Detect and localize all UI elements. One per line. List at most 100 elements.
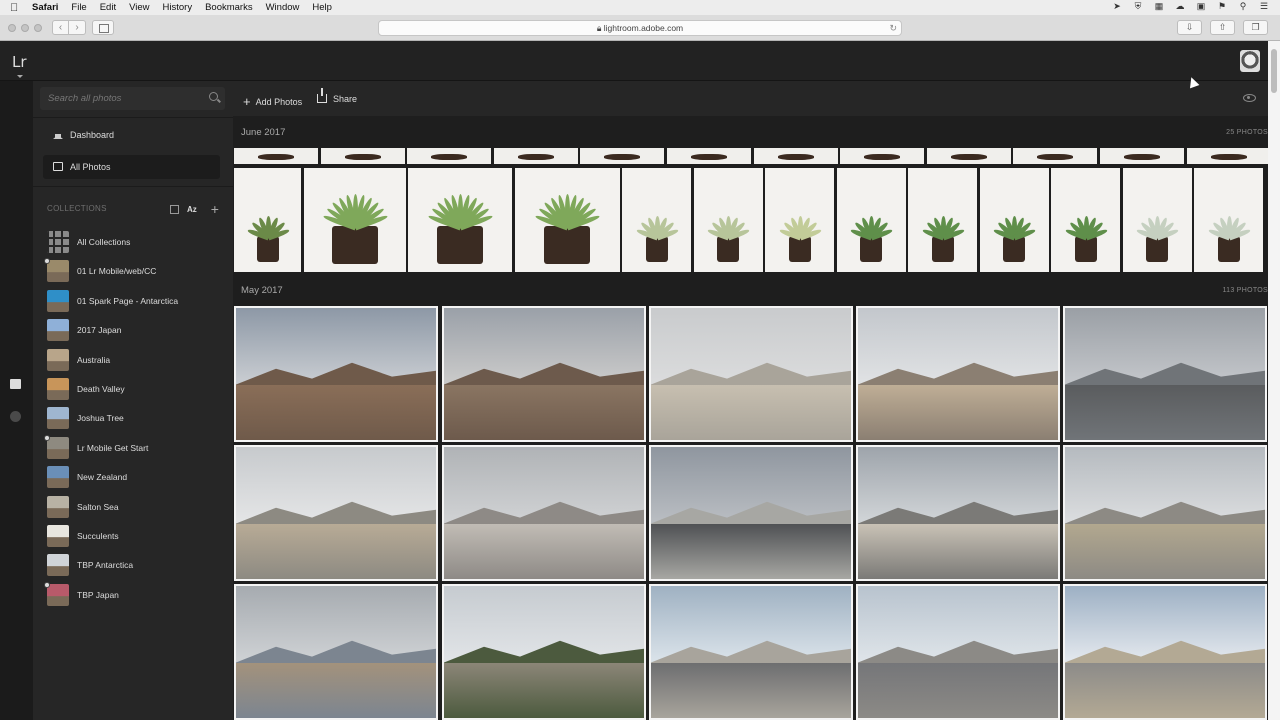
creative-cloud-icon[interactable]: ☁ xyxy=(1174,1,1186,12)
photo-thumbnail[interactable] xyxy=(1063,584,1267,720)
photo-thumbnail[interactable] xyxy=(234,306,438,442)
close-window-button[interactable] xyxy=(8,24,16,32)
photo-thumbnail[interactable] xyxy=(303,168,406,272)
collection-item[interactable]: Joshua Tree xyxy=(47,407,227,430)
window-controls xyxy=(8,24,42,32)
notification-center-icon[interactable]: ☰ xyxy=(1258,1,1270,12)
photo-thumbnail[interactable] xyxy=(442,445,646,581)
photo-thumbnail[interactable] xyxy=(649,584,853,720)
forward-button[interactable]: › xyxy=(69,20,86,35)
list-view-icon[interactable] xyxy=(170,204,179,214)
collection-item[interactable]: Lr Mobile Get Start xyxy=(44,434,227,459)
photo-thumbnail[interactable] xyxy=(836,168,906,272)
sidebar-toggle-button[interactable] xyxy=(92,20,114,35)
add-photos-button[interactable]: + Add Photos xyxy=(243,93,302,109)
photo-thumbnail[interactable] xyxy=(1063,445,1267,581)
sort-button[interactable]: Az xyxy=(187,205,197,214)
photo-thumbnail[interactable] xyxy=(320,148,405,164)
lr-logo[interactable]: Lr xyxy=(12,53,27,78)
library-icon[interactable] xyxy=(10,379,21,389)
sidebar-item-dashboard[interactable]: Dashboard xyxy=(43,123,220,147)
collection-item[interactable]: 01 Spark Page - Antarctica xyxy=(47,289,227,312)
menu-window[interactable]: Window xyxy=(266,2,300,13)
back-button[interactable]: ‹ xyxy=(52,20,69,35)
menu-help[interactable]: Help xyxy=(312,2,332,13)
photo-thumbnail[interactable] xyxy=(1063,306,1267,442)
photo-thumbnail[interactable] xyxy=(649,306,853,442)
photo-thumbnail[interactable] xyxy=(234,148,318,164)
plus-icon: + xyxy=(243,94,251,109)
collection-item[interactable]: 2017 Japan xyxy=(47,319,227,342)
photo-thumbnail[interactable] xyxy=(979,168,1049,272)
menu-safari[interactable]: Safari xyxy=(32,2,58,13)
photo-thumbnail[interactable] xyxy=(693,168,763,272)
photo-thumbnail[interactable] xyxy=(442,584,646,720)
menu-edit[interactable]: Edit xyxy=(100,2,116,13)
photo-thumbnail[interactable] xyxy=(926,148,1011,164)
search-icon xyxy=(209,92,218,101)
airplay-icon[interactable]: ▣ xyxy=(1195,1,1207,12)
minimize-window-button[interactable] xyxy=(21,24,29,32)
page-scrollbar[interactable] xyxy=(1268,41,1280,720)
apple-menu-icon[interactable]:  xyxy=(10,2,20,14)
calendar-icon[interactable]: ▦ xyxy=(1153,1,1165,12)
photo-thumbnail[interactable] xyxy=(408,168,512,272)
photo-thumbnail[interactable] xyxy=(856,445,1060,581)
photo-thumbnail[interactable] xyxy=(514,168,620,272)
photo-thumbnail[interactable] xyxy=(1194,168,1263,272)
photo-thumbnail[interactable] xyxy=(1051,168,1120,272)
spotlight-search-icon[interactable]: ⚲ xyxy=(1237,1,1249,12)
collection-item[interactable]: TBP Japan xyxy=(44,581,227,606)
photo-thumbnail[interactable] xyxy=(234,584,438,720)
avatar[interactable] xyxy=(1240,50,1260,72)
add-collection-icon[interactable]: + xyxy=(211,201,219,217)
home-icon xyxy=(53,130,63,139)
collection-item[interactable]: Australia xyxy=(47,348,227,371)
photo-thumbnail[interactable] xyxy=(442,306,646,442)
scrollbar-thumb[interactable] xyxy=(1271,49,1277,93)
reload-icon[interactable]: ↻ xyxy=(889,21,897,35)
collection-item[interactable]: Succulents xyxy=(47,525,227,547)
location-icon[interactable]: ➤ xyxy=(1111,1,1123,12)
photo-thumbnail[interactable] xyxy=(753,148,838,164)
globe-icon[interactable] xyxy=(10,411,21,422)
menu-view[interactable]: View xyxy=(129,2,149,13)
photo-thumbnail[interactable] xyxy=(234,445,438,581)
collection-item[interactable]: All Collections xyxy=(47,231,227,253)
photo-thumbnail[interactable] xyxy=(908,168,977,272)
share-button[interactable]: Share xyxy=(317,88,357,104)
photo-thumbnail[interactable] xyxy=(840,148,925,164)
photo-thumbnail[interactable] xyxy=(765,168,834,272)
photo-thumbnail[interactable] xyxy=(234,168,301,272)
menu-history[interactable]: History xyxy=(163,2,193,13)
collection-item[interactable]: Salton Sea xyxy=(47,495,227,518)
collection-item[interactable]: Death Valley xyxy=(47,378,227,400)
tabs-overview-button[interactable]: ❐ xyxy=(1243,20,1268,35)
photo-thumbnail[interactable] xyxy=(1122,168,1192,272)
eye-icon[interactable] xyxy=(1243,94,1256,102)
menu-file[interactable]: File xyxy=(71,2,86,13)
collection-item[interactable]: TBP Antarctica xyxy=(47,554,227,577)
photo-thumbnail[interactable] xyxy=(407,148,492,164)
photo-thumbnail[interactable] xyxy=(493,148,578,164)
share-sheet-button[interactable]: ⇧ xyxy=(1210,20,1235,35)
photo-thumbnail[interactable] xyxy=(1186,148,1268,164)
collection-item[interactable]: New Zealand xyxy=(47,466,227,489)
collection-item[interactable]: 01 Lr Mobile/web/CC xyxy=(44,258,227,283)
downloads-button[interactable]: ⇩ xyxy=(1177,20,1202,35)
address-bar[interactable]: 🔒︎ lightroom.adobe.com ↻ xyxy=(378,20,902,36)
menu-bookmarks[interactable]: Bookmarks xyxy=(205,2,253,13)
sidebar-item-all-photos[interactable]: All Photos xyxy=(43,155,220,179)
photo-thumbnail[interactable] xyxy=(1100,148,1184,164)
photo-thumbnail[interactable] xyxy=(622,168,691,272)
flag-icon[interactable]: ⚑ xyxy=(1216,1,1228,12)
photo-thumbnail[interactable] xyxy=(667,148,751,164)
photo-thumbnail[interactable] xyxy=(856,306,1060,442)
zoom-window-button[interactable] xyxy=(34,24,42,32)
search-input[interactable]: Search all photos xyxy=(40,87,225,110)
photo-thumbnail[interactable] xyxy=(580,148,665,164)
photo-thumbnail[interactable] xyxy=(856,584,1060,720)
photo-thumbnail[interactable] xyxy=(649,445,853,581)
photo-thumbnail[interactable] xyxy=(1013,148,1098,164)
shield-icon[interactable]: ⛨ xyxy=(1132,1,1144,12)
